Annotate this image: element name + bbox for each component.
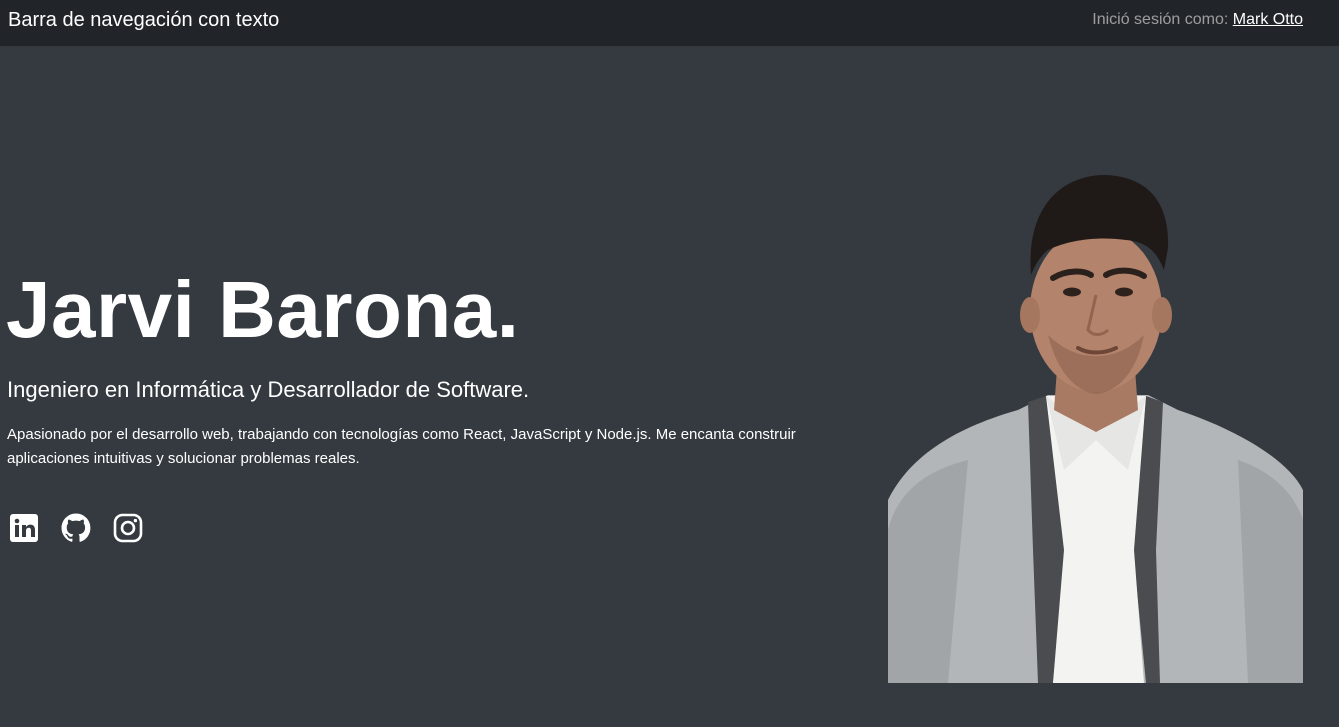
profile-photo xyxy=(888,170,1303,683)
navbar: Barra de navegación con texto Inició ses… xyxy=(0,0,1339,46)
linkedin-link[interactable] xyxy=(8,512,40,544)
github-link[interactable] xyxy=(60,512,92,544)
user-link[interactable]: Mark Otto xyxy=(1233,11,1303,28)
hero-description: Apasionado por el desarrollo web, trabaj… xyxy=(7,426,796,467)
github-icon xyxy=(61,513,91,542)
signed-in-text: Inició sesión como: Mark Otto xyxy=(1092,10,1303,30)
navbar-brand[interactable]: Barra de navegación con texto xyxy=(8,8,279,32)
social-links xyxy=(8,512,144,544)
instagram-icon xyxy=(113,513,143,543)
linkedin-icon xyxy=(10,514,38,542)
profile-portrait-illustration xyxy=(888,170,1303,683)
signed-in-label: Inició sesión como: xyxy=(1092,11,1233,28)
instagram-link[interactable] xyxy=(112,512,144,544)
hero-name: Jarvi Barona. xyxy=(6,265,520,354)
hero-subtitle: Ingeniero en Informática y Desarrollador… xyxy=(7,377,530,402)
